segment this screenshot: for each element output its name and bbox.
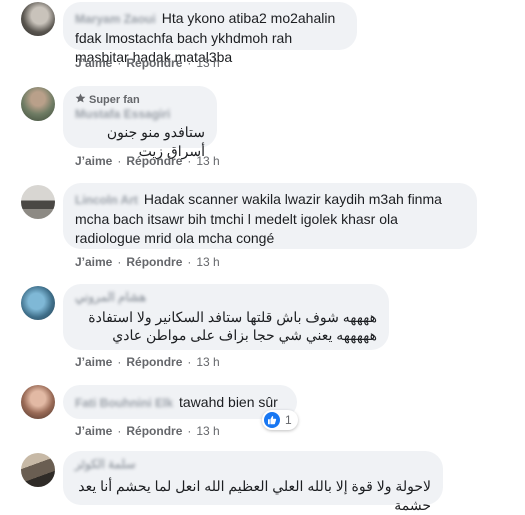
like-link[interactable]: J’aime	[75, 424, 112, 438]
avatar[interactable]	[21, 2, 55, 36]
avatar[interactable]	[21, 87, 55, 121]
author-name[interactable]: هشام المروني	[75, 290, 377, 304]
reply-link[interactable]: Répondre	[126, 424, 182, 438]
like-link[interactable]: J’aime	[75, 255, 112, 269]
timestamp[interactable]: 13 h	[196, 424, 219, 438]
comment-bubble: Lincoln Art Hadak scanner wakila lwazir k…	[63, 183, 477, 249]
like-reaction-icon	[264, 412, 280, 428]
comment-actions: J’aime · Répondre · 13 h	[75, 424, 220, 438]
like-link[interactable]: J’aime	[75, 355, 112, 369]
comment-actions: J’aime · Répondre · 13 h	[75, 355, 220, 369]
author-name[interactable]: Lincoln Art	[75, 191, 138, 210]
reply-link[interactable]: Répondre	[126, 56, 182, 70]
avatar[interactable]	[21, 185, 55, 219]
comment-text: Fati Bouhnini Elk tawahd bien sûr	[75, 393, 285, 413]
comment-text: لاحولة ولا قوة إلا بالله العلي العظيم ال…	[78, 478, 431, 513]
reply-link[interactable]: Répondre	[126, 154, 182, 168]
comment-bubble: هشام المروني ههههه شوف باش قلتها ستافد ا…	[63, 284, 389, 350]
like-link[interactable]: J’aime	[75, 154, 112, 168]
author-name[interactable]: Maryam Zaoui	[75, 10, 156, 29]
reply-link[interactable]: Répondre	[126, 355, 182, 369]
author-name[interactable]: سلمة الكوثر	[75, 457, 431, 471]
timestamp[interactable]: 13 h	[196, 154, 219, 168]
like-link[interactable]: J’aime	[75, 56, 112, 70]
avatar[interactable]	[21, 286, 55, 320]
comment-bubble: Super fan Mustafa Essagiri ستافدو منو جن…	[63, 86, 217, 159]
comment-bubble: سلمة الكوثر لاحولة ولا قوة إلا بالله الع…	[63, 451, 443, 513]
comment-actions: J’aime · Répondre · 13 h	[75, 154, 220, 168]
comment-text: Lincoln Art Hadak scanner wakila lwazir k…	[75, 191, 442, 246]
comment-actions: J’aime · Répondre · 13 h	[75, 56, 220, 70]
super-fan-icon	[75, 93, 86, 107]
author-name[interactable]: Mustafa Essagiri	[75, 107, 205, 121]
avatar[interactable]	[21, 453, 55, 487]
avatar[interactable]	[21, 385, 55, 419]
reaction-count[interactable]: 1	[262, 410, 298, 430]
super-fan-badge: Super fan	[75, 93, 205, 107]
author-name[interactable]: Fati Bouhnini Elk	[75, 394, 173, 413]
timestamp[interactable]: 13 h	[196, 355, 219, 369]
comment-text: ههههه شوف باش قلتها ستافد السكانير ولا ا…	[88, 309, 377, 343]
reply-link[interactable]: Répondre	[126, 255, 182, 269]
timestamp[interactable]: 13 h	[196, 56, 219, 70]
comment-bubble: Maryam Zaoui Hta ykono atiba2 mo2ahalin f…	[63, 2, 357, 65]
comment-bubble: Fati Bouhnini Elk tawahd bien sûr	[63, 385, 297, 419]
comment-actions: J’aime · Répondre · 13 h	[75, 255, 220, 269]
timestamp[interactable]: 13 h	[196, 255, 219, 269]
